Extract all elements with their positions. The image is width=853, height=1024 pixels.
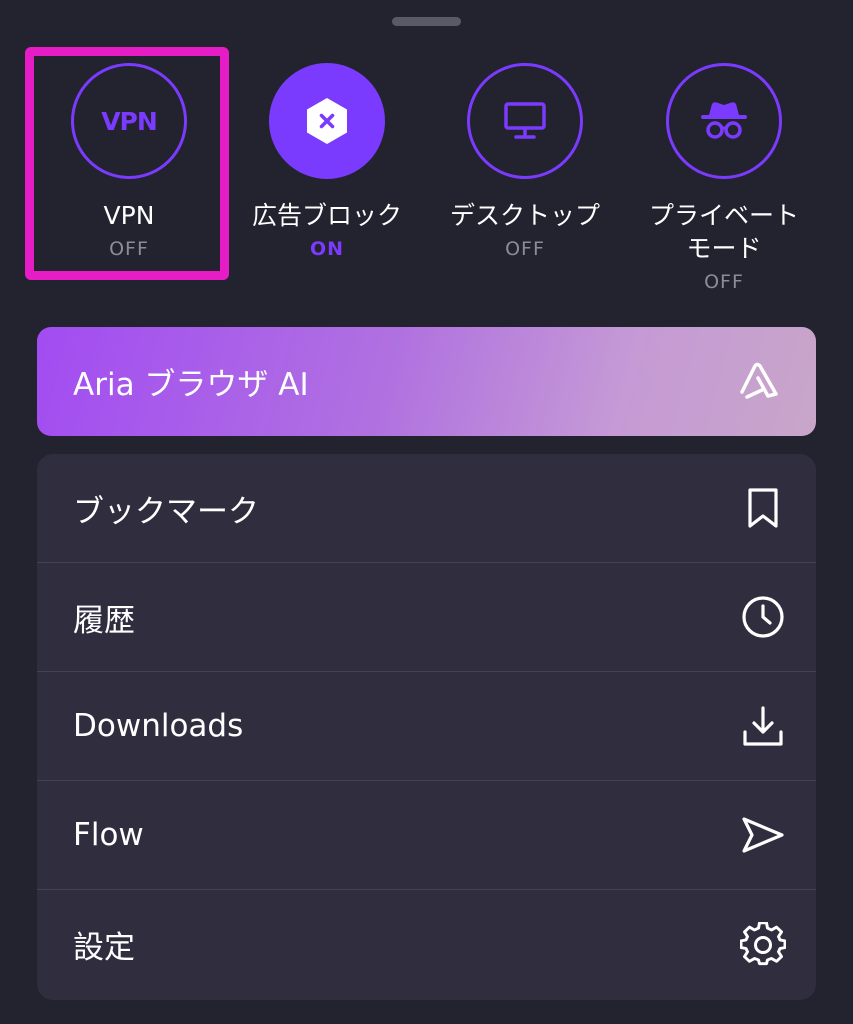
menu-item-bookmarks[interactable]: ブックマーク [37, 454, 816, 563]
ad-block-toggle[interactable]: 広告ブロック ON [232, 63, 422, 260]
ad-block-label: 広告ブロック [251, 201, 402, 230]
vpn-icon-text: VPN [101, 106, 158, 136]
bookmark-icon [740, 485, 786, 531]
menu-item-settings[interactable]: 設定 [37, 890, 816, 999]
menu-list: ブックマーク 履歴 Downloads Flow 設定 [37, 454, 816, 1000]
menu-item-label: Downloads [73, 708, 244, 744]
vpn-state: OFF [109, 238, 149, 260]
private-mode-state: OFF [704, 271, 744, 293]
send-icon [740, 812, 786, 858]
desktop-icon [467, 63, 583, 179]
menu-item-downloads[interactable]: Downloads [37, 672, 816, 781]
aria-logo-icon [738, 360, 782, 404]
sheet-grabber-handle[interactable] [392, 17, 461, 26]
clock-icon [740, 594, 786, 640]
menu-item-history[interactable]: 履歴 [37, 563, 816, 672]
vpn-icon: VPN [71, 63, 187, 179]
vpn-label: VPN [103, 201, 155, 230]
vpn-toggle[interactable]: VPN VPN OFF [34, 63, 224, 260]
menu-item-label: 設定 [73, 930, 135, 966]
desktop-state: OFF [505, 238, 545, 260]
desktop-toggle[interactable]: デスクトップ OFF [430, 63, 620, 260]
private-mode-label: プライベート モード [648, 201, 799, 263]
menu-item-label: Flow [73, 817, 144, 853]
menu-item-flow[interactable]: Flow [37, 781, 816, 890]
download-icon [740, 703, 786, 749]
ad-block-state: ON [309, 238, 345, 260]
private-mode-toggle[interactable]: プライベート モード OFF [629, 63, 819, 293]
aria-ai-banner[interactable]: Aria ブラウザ AI [37, 327, 816, 436]
desktop-label: デスクトップ [449, 201, 600, 230]
gear-icon [740, 921, 786, 968]
aria-ai-title: Aria ブラウザ AI [73, 367, 309, 403]
menu-item-label: ブックマーク [73, 493, 259, 530]
menu-item-label: 履歴 [73, 602, 135, 639]
incognito-icon [666, 63, 782, 179]
ad-block-icon [269, 63, 385, 179]
